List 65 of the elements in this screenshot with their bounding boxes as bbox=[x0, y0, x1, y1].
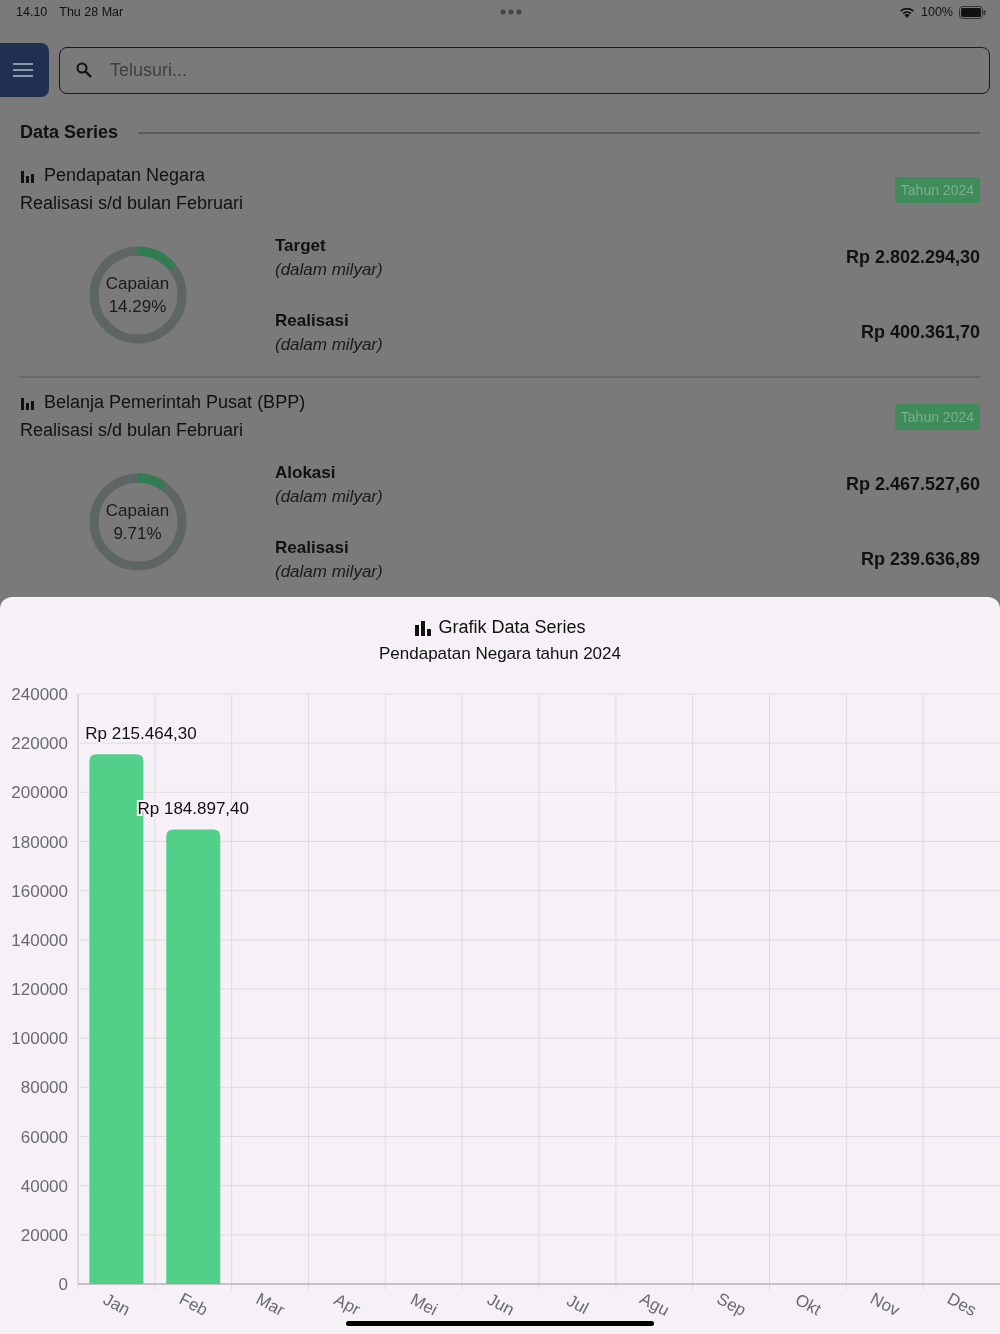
unit-note: (dalam milyar) bbox=[275, 259, 383, 280]
gauge-label: Capaian bbox=[105, 273, 170, 294]
axis-label: Mar bbox=[252, 1289, 288, 1320]
menu-button[interactable] bbox=[0, 43, 49, 97]
menu-icon bbox=[12, 63, 33, 77]
row-label: Realisasi bbox=[275, 310, 350, 331]
axis-label: 0 bbox=[58, 1275, 68, 1294]
card-subtitle: Realisasi s/d bulan Februari bbox=[20, 193, 244, 214]
battery-percent: 100% bbox=[921, 5, 953, 19]
gauge-value: 9.71% bbox=[113, 523, 162, 544]
axis-label: 120000 bbox=[11, 980, 68, 999]
axis-label: Agu bbox=[636, 1289, 673, 1321]
row-label: Alokasi bbox=[275, 462, 337, 483]
search-input[interactable]: Telusuri... bbox=[108, 58, 973, 82]
card-subtitle: Realisasi s/d bulan Februari bbox=[20, 420, 245, 441]
axis-label: Apr bbox=[331, 1289, 364, 1320]
bar-chart-icon bbox=[20, 168, 34, 183]
unit-note: (dalam milyar) bbox=[275, 486, 383, 507]
row-label: Target bbox=[275, 235, 327, 256]
wifi-icon bbox=[899, 6, 915, 18]
search-bar[interactable]: Telusuri... bbox=[59, 46, 990, 94]
axis-label: 160000 bbox=[11, 881, 68, 901]
axis-label: 80000 bbox=[20, 1078, 68, 1098]
axis-label: 200000 bbox=[11, 783, 68, 803]
gauge-label: Capaian bbox=[105, 500, 170, 521]
unit-note: (dalam milyar) bbox=[275, 561, 383, 582]
status-time: 14.10 bbox=[16, 5, 48, 19]
value-label: Rp 215.464,30 bbox=[85, 724, 197, 744]
axis-label: 140000 bbox=[11, 930, 68, 950]
axis-label: Des bbox=[944, 1289, 980, 1321]
amount-value: Rp 239.636,89 bbox=[860, 549, 980, 570]
axis-label: Okt bbox=[792, 1289, 825, 1320]
axis-label: 20000 bbox=[20, 1225, 68, 1245]
axis-label: Jan bbox=[100, 1289, 134, 1320]
axis-label: 220000 bbox=[11, 734, 68, 754]
amount-value: Rp 400.361,70 bbox=[860, 322, 980, 343]
axis-label: 100000 bbox=[11, 1029, 68, 1049]
year-badge: Tahun 2024 bbox=[894, 176, 980, 203]
search-icon bbox=[76, 62, 92, 78]
axis-label: Jun bbox=[484, 1289, 518, 1320]
section-title: Data Series bbox=[20, 122, 119, 143]
axis-label: Mei bbox=[407, 1289, 441, 1320]
sheet-subtitle: Pendapatan Negara tahun 2024 bbox=[379, 644, 621, 664]
axis-label: 40000 bbox=[20, 1176, 68, 1196]
axis-label: Feb bbox=[176, 1289, 211, 1320]
amount-value: Rp 2.802.294,30 bbox=[845, 247, 980, 268]
axis-label: 180000 bbox=[11, 832, 68, 852]
year-badge: Tahun 2024 bbox=[894, 403, 980, 430]
axis-label: Nov bbox=[867, 1289, 903, 1321]
axis-label: Jul bbox=[563, 1291, 592, 1319]
unit-note: (dalam milyar) bbox=[275, 334, 383, 355]
sheet-title: Grafik Data Series bbox=[438, 617, 586, 638]
status-date: Thu 28 Mar bbox=[59, 5, 124, 19]
axis-label: 60000 bbox=[20, 1127, 68, 1147]
card-title: Belanja Pemerintah Pusat (BPP) bbox=[44, 392, 306, 413]
gauge-value: 14.29% bbox=[108, 296, 167, 317]
axis-label: 240000 bbox=[11, 685, 68, 704]
card-title: Pendapatan Negara bbox=[44, 165, 206, 186]
axis-label: Sep bbox=[713, 1289, 750, 1321]
amount-value: Rp 2.467.527,60 bbox=[845, 474, 980, 495]
bar-chart-icon bbox=[414, 619, 432, 636]
battery-icon bbox=[959, 5, 986, 19]
row-label: Realisasi bbox=[275, 537, 350, 558]
bar-chart-icon bbox=[20, 395, 34, 410]
more-dots-icon bbox=[500, 9, 523, 15]
